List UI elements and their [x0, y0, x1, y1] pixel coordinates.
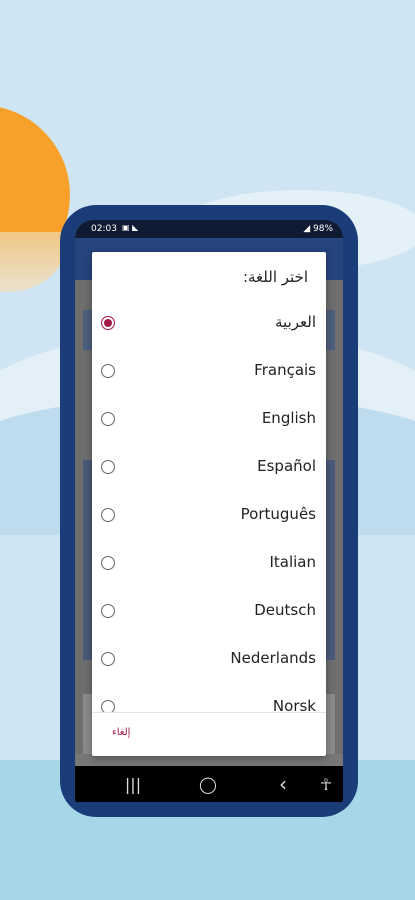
radio-button[interactable]: [101, 412, 115, 426]
language-label: Nederlands: [230, 649, 316, 667]
language-option[interactable]: Norsk: [92, 684, 326, 712]
radio-button[interactable]: [101, 604, 115, 618]
language-option[interactable]: Italian: [92, 540, 326, 588]
language-option[interactable]: Français: [92, 348, 326, 396]
radio-button[interactable]: [101, 364, 115, 378]
language-label: العربية: [275, 313, 316, 331]
dialog-divider: [92, 712, 326, 713]
cancel-button[interactable]: إلغاء: [112, 727, 130, 738]
language-option[interactable]: Português: [92, 492, 326, 540]
status-time: 02:03: [91, 224, 117, 234]
language-label: English: [261, 409, 316, 427]
language-label: Français: [254, 361, 316, 379]
language-label: Español: [257, 457, 316, 475]
language-label: Deutsch: [254, 601, 316, 619]
language-label: Português: [240, 505, 316, 523]
language-dialog: اختر اللغة: العربية Français English Esp…: [92, 252, 326, 756]
language-option[interactable]: Deutsch: [92, 588, 326, 636]
navigation-bar: ||| ◯ ‹ ☥: [75, 766, 343, 802]
language-label: Norsk: [272, 697, 316, 712]
radio-button[interactable]: [101, 460, 115, 474]
language-label: Italian: [269, 553, 316, 571]
notification-icons: ▣ ◣: [122, 223, 139, 232]
language-option[interactable]: العربية: [92, 300, 326, 348]
radio-button[interactable]: [101, 556, 115, 570]
radio-button[interactable]: [101, 316, 115, 330]
back-icon[interactable]: ‹: [263, 766, 303, 802]
radio-button[interactable]: [101, 700, 115, 712]
language-option[interactable]: English: [92, 396, 326, 444]
dialog-title: اختر اللغة:: [242, 268, 308, 286]
radio-button[interactable]: [101, 652, 115, 666]
recents-icon[interactable]: |||: [113, 766, 153, 802]
language-list[interactable]: العربية Français English Español Portugu…: [92, 300, 326, 712]
battery-indicator: ◢ 98%: [303, 224, 333, 234]
home-icon[interactable]: ◯: [188, 766, 228, 802]
status-bar: 02:03 ▣ ◣ ◢ 98%: [75, 220, 343, 238]
radio-button[interactable]: [101, 508, 115, 522]
accessibility-icon[interactable]: ☥: [308, 766, 343, 802]
language-option[interactable]: Español: [92, 444, 326, 492]
language-option[interactable]: Nederlands: [92, 636, 326, 684]
